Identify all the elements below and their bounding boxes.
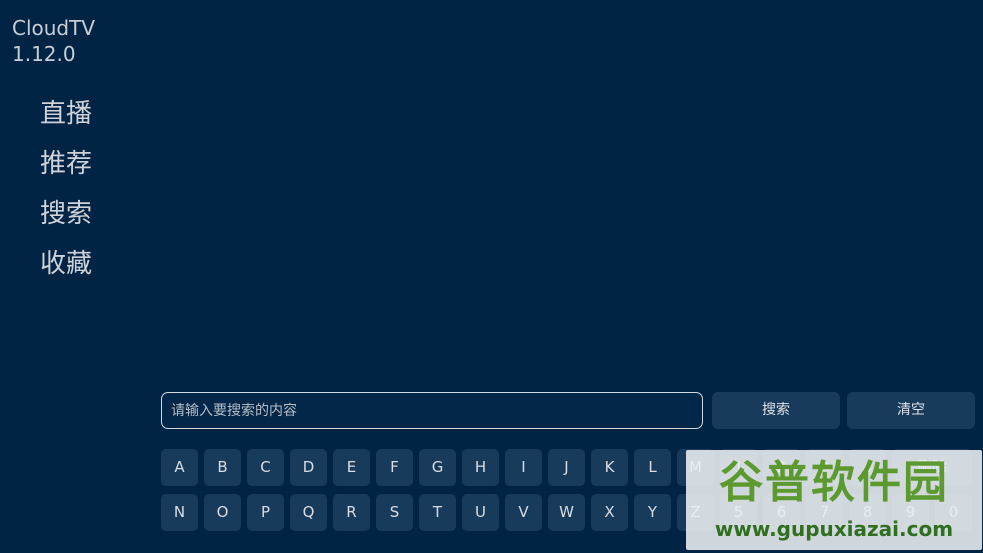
key-0[interactable]: 0 bbox=[935, 494, 972, 531]
key-1[interactable]: 1 bbox=[720, 449, 757, 486]
nav-item-live[interactable]: 直播 bbox=[40, 92, 110, 142]
side-nav: 直播 推荐 搜索 收藏 bbox=[40, 92, 110, 292]
key-delete[interactable]: 删除 bbox=[892, 449, 972, 486]
key-z[interactable]: Z bbox=[677, 494, 714, 531]
search-button[interactable]: 搜索 bbox=[712, 392, 840, 429]
key-d[interactable]: D bbox=[290, 449, 327, 486]
app-name: CloudTV bbox=[12, 16, 96, 40]
key-m[interactable]: M bbox=[677, 449, 714, 486]
key-h[interactable]: H bbox=[462, 449, 499, 486]
key-4[interactable]: 4 bbox=[849, 449, 886, 486]
key-b[interactable]: B bbox=[204, 449, 241, 486]
key-x[interactable]: X bbox=[591, 494, 628, 531]
keyboard-row-2: NOPQRSTUVWXYZ567890 bbox=[161, 494, 977, 531]
key-l[interactable]: L bbox=[634, 449, 671, 486]
key-s[interactable]: S bbox=[376, 494, 413, 531]
key-8[interactable]: 8 bbox=[849, 494, 886, 531]
key-w[interactable]: W bbox=[548, 494, 585, 531]
key-c[interactable]: C bbox=[247, 449, 284, 486]
nav-item-search[interactable]: 搜索 bbox=[40, 192, 110, 242]
key-e[interactable]: E bbox=[333, 449, 370, 486]
key-f[interactable]: F bbox=[376, 449, 413, 486]
app-title: CloudTV 1.12.0 bbox=[12, 15, 95, 67]
key-n[interactable]: N bbox=[161, 494, 198, 531]
key-u[interactable]: U bbox=[462, 494, 499, 531]
key-7[interactable]: 7 bbox=[806, 494, 843, 531]
key-g[interactable]: G bbox=[419, 449, 456, 486]
key-o[interactable]: O bbox=[204, 494, 241, 531]
key-2[interactable]: 2 bbox=[763, 449, 800, 486]
key-q[interactable]: Q bbox=[290, 494, 327, 531]
key-r[interactable]: R bbox=[333, 494, 370, 531]
app-version: 1.12.0 bbox=[12, 42, 76, 66]
key-y[interactable]: Y bbox=[634, 494, 671, 531]
key-t[interactable]: T bbox=[419, 494, 456, 531]
key-k[interactable]: K bbox=[591, 449, 628, 486]
key-9[interactable]: 9 bbox=[892, 494, 929, 531]
key-5[interactable]: 5 bbox=[720, 494, 757, 531]
key-v[interactable]: V bbox=[505, 494, 542, 531]
keyboard-row-1: A B C D E F G H I J K L M 1 2 3 4 删除 bbox=[161, 449, 977, 486]
nav-item-favorites[interactable]: 收藏 bbox=[40, 242, 110, 292]
key-a[interactable]: A bbox=[161, 449, 198, 486]
search-input[interactable] bbox=[161, 392, 703, 429]
key-p[interactable]: P bbox=[247, 494, 284, 531]
key-6[interactable]: 6 bbox=[763, 494, 800, 531]
clear-button[interactable]: 清空 bbox=[847, 392, 975, 429]
key-3[interactable]: 3 bbox=[806, 449, 843, 486]
key-i[interactable]: I bbox=[505, 449, 542, 486]
on-screen-keyboard: A B C D E F G H I J K L M 1 2 3 4 删除 NOPQRSTUVWXYZ567890 bbox=[161, 449, 977, 539]
key-j[interactable]: J bbox=[548, 449, 585, 486]
nav-item-recommend[interactable]: 推荐 bbox=[40, 142, 110, 192]
